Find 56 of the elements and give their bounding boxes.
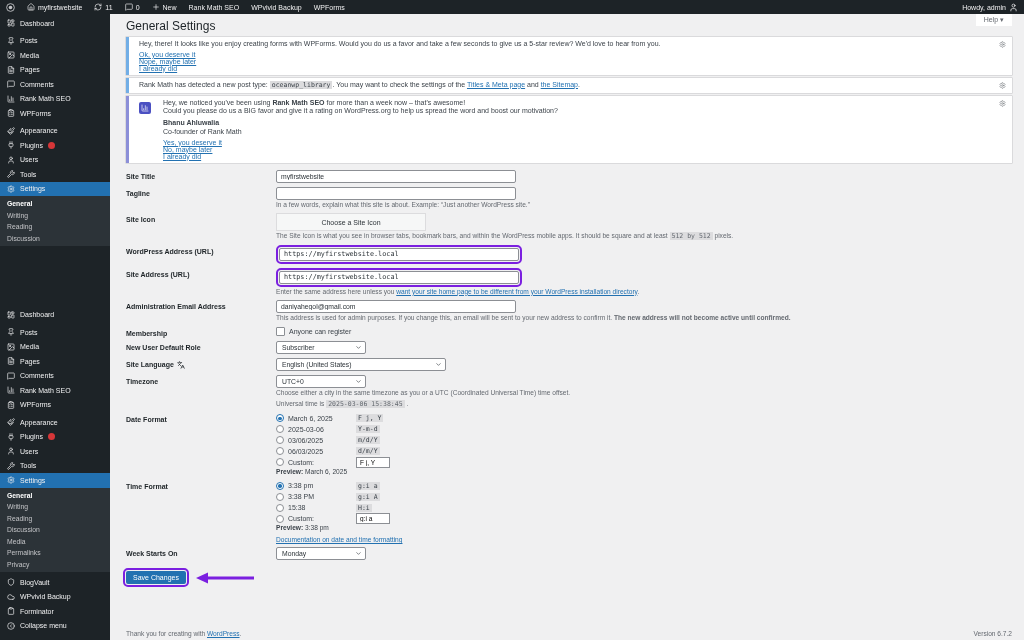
dashboard-icon xyxy=(7,310,15,319)
bar-chart-icon xyxy=(7,94,15,103)
chevron-down-icon xyxy=(435,360,442,368)
speech-bubble-icon xyxy=(7,80,15,89)
chevron-down-icon xyxy=(355,377,362,385)
chart-logo-icon xyxy=(139,101,151,114)
settings-icon[interactable] xyxy=(999,81,1006,89)
logo-icon[interactable] xyxy=(6,2,15,12)
wrench-icon xyxy=(7,170,15,179)
pushpin-icon xyxy=(7,36,15,45)
user-icon xyxy=(1009,2,1018,12)
speech-bubble-icon xyxy=(124,3,133,11)
page-title: General Settings xyxy=(126,19,216,33)
speech-bubble-icon xyxy=(7,371,15,380)
settings-icon[interactable] xyxy=(999,41,1006,48)
pushpin-icon xyxy=(7,328,15,337)
home-icon xyxy=(27,3,35,11)
form-icon xyxy=(7,109,15,118)
user-icon xyxy=(7,447,15,456)
plug-icon xyxy=(7,141,15,150)
radio-button[interactable] xyxy=(276,458,284,467)
settings-icon[interactable] xyxy=(999,99,1006,107)
translate-icon xyxy=(176,360,185,369)
brush-icon xyxy=(7,418,15,427)
page-icon xyxy=(7,65,15,74)
radio-button[interactable] xyxy=(276,425,284,434)
brush-icon xyxy=(7,126,15,135)
form-icon xyxy=(7,400,15,409)
bar-chart-icon xyxy=(7,386,15,395)
wrench-icon xyxy=(7,461,15,470)
collapse-icon xyxy=(7,621,15,630)
text-field[interactable] xyxy=(276,186,516,200)
radio-button[interactable] xyxy=(276,436,284,445)
shield-icon xyxy=(7,578,15,587)
checkbox[interactable] xyxy=(276,326,285,336)
chevron-down-icon xyxy=(355,550,362,557)
arrow-annotation xyxy=(194,571,255,584)
cloud-icon xyxy=(7,592,15,601)
radio-button[interactable] xyxy=(276,514,284,523)
radio-button[interactable] xyxy=(276,481,284,490)
radio-button[interactable] xyxy=(276,447,284,456)
refresh-icon xyxy=(94,3,103,11)
radio-button[interactable] xyxy=(276,503,284,512)
settings-icon xyxy=(7,476,15,485)
plus-icon xyxy=(151,3,160,11)
chevron-down-icon xyxy=(355,343,362,351)
settings-icon xyxy=(7,184,15,193)
plug-icon xyxy=(7,432,15,441)
clipboard-icon xyxy=(7,607,15,616)
media-icon xyxy=(7,342,15,351)
user-icon xyxy=(7,155,15,164)
media-icon xyxy=(7,51,15,60)
radio-button[interactable] xyxy=(276,414,284,423)
dashboard-icon xyxy=(7,19,15,28)
page-icon xyxy=(7,357,15,366)
radio-button[interactable] xyxy=(276,492,284,501)
